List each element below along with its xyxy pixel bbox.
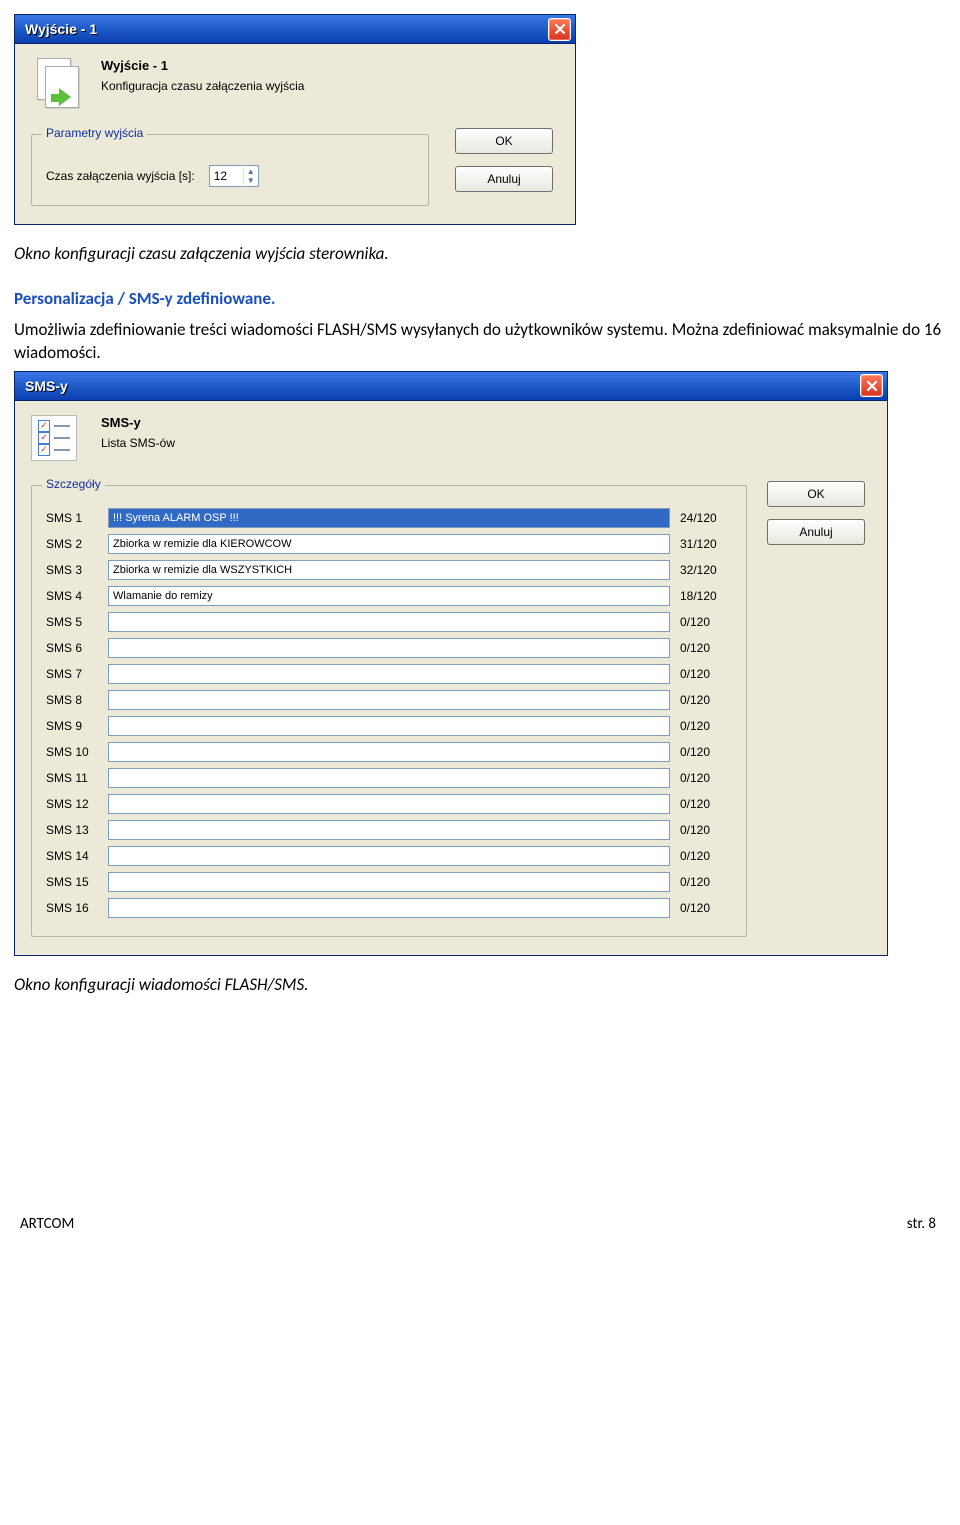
char-count: 0/120	[680, 797, 732, 811]
char-count: 0/120	[680, 771, 732, 785]
close-icon[interactable]	[860, 374, 883, 397]
header-subtitle: Konfiguracja czasu załączenia wyjścia	[101, 79, 304, 93]
spinner-up-icon[interactable]: ▲	[244, 167, 258, 176]
delay-field-label: Czas załączenia wyjścia [s]:	[46, 169, 195, 183]
paragraph-text: Umożliwia zdefiniowanie treści wiadomośc…	[14, 319, 942, 365]
char-count: 0/120	[680, 693, 732, 707]
window-title: SMS-y	[25, 378, 860, 394]
figure-caption: Okno konfiguracji czasu załączenia wyjśc…	[14, 243, 942, 264]
char-count: 32/120	[680, 563, 732, 577]
sms-row: SMS 14 0/120	[46, 846, 732, 866]
char-count: 18/120	[680, 589, 732, 603]
sms-text-input[interactable]	[108, 664, 670, 684]
sms-text-input[interactable]	[108, 586, 670, 606]
header-title: SMS-y	[101, 415, 175, 430]
figure-caption: Okno konfiguracji wiadomości FLASH/SMS.	[14, 974, 942, 995]
sms-row: SMS 9 0/120	[46, 716, 732, 736]
sms-row-label: SMS 14	[46, 849, 98, 863]
sms-row-label: SMS 8	[46, 693, 98, 707]
page-footer: ARTCOM str. 8	[14, 1215, 942, 1233]
spinner-down-icon[interactable]: ▼	[244, 176, 258, 185]
sms-row-label: SMS 7	[46, 667, 98, 681]
sms-text-input[interactable]	[108, 534, 670, 554]
sms-row-label: SMS 9	[46, 719, 98, 733]
footer-right: str. 8	[907, 1215, 936, 1233]
sms-row-label: SMS 3	[46, 563, 98, 577]
delay-spinner[interactable]: 12 ▲ ▼	[209, 165, 259, 187]
char-count: 24/120	[680, 511, 732, 525]
titlebar[interactable]: Wyjście - 1	[15, 15, 575, 44]
document-export-icon	[31, 58, 89, 116]
sms-row: SMS 16 0/120	[46, 898, 732, 918]
delay-value: 12	[214, 169, 227, 183]
sms-row: SMS 11 0/120	[46, 768, 732, 788]
titlebar[interactable]: SMS-y	[15, 372, 887, 401]
sms-row-label: SMS 4	[46, 589, 98, 603]
sms-row: SMS 6 0/120	[46, 638, 732, 658]
char-count: 0/120	[680, 667, 732, 681]
sms-row-label: SMS 13	[46, 823, 98, 837]
sms-row-label: SMS 10	[46, 745, 98, 759]
sms-row: SMS 15 0/120	[46, 872, 732, 892]
sms-text-input[interactable]	[108, 638, 670, 658]
sms-row: SMS 10 0/120	[46, 742, 732, 762]
sms-row-label: SMS 15	[46, 875, 98, 889]
sms-row: SMS 3 32/120	[46, 560, 732, 580]
ok-button[interactable]: OK	[767, 481, 865, 507]
sms-row-label: SMS 5	[46, 615, 98, 629]
sms-row: SMS 12 0/120	[46, 794, 732, 814]
sms-row: SMS 5 0/120	[46, 612, 732, 632]
sms-text-input[interactable]	[108, 872, 670, 892]
sms-text-input[interactable]	[108, 612, 670, 632]
sms-row-label: SMS 1	[46, 511, 98, 525]
sms-row: SMS 2 31/120	[46, 534, 732, 554]
header-subtitle: Lista SMS-ów	[101, 436, 175, 450]
ok-button[interactable]: OK	[455, 128, 553, 154]
sms-text-input[interactable]	[108, 846, 670, 866]
sms-text-input[interactable]	[108, 768, 670, 788]
sms-text-input[interactable]	[108, 716, 670, 736]
szczegoly-groupbox: Szczegóły SMS 124/120SMS 231/120SMS 332/…	[31, 485, 747, 937]
window-title: Wyjście - 1	[25, 21, 548, 37]
sms-text-input[interactable]	[108, 508, 670, 528]
header-title: Wyjście - 1	[101, 58, 304, 73]
close-icon[interactable]	[548, 18, 571, 41]
sms-row-label: SMS 11	[46, 771, 98, 785]
char-count: 0/120	[680, 745, 732, 759]
cancel-button[interactable]: Anuluj	[767, 519, 865, 545]
sms-row: SMS 1 24/120	[46, 508, 732, 528]
char-count: 0/120	[680, 615, 732, 629]
char-count: 31/120	[680, 537, 732, 551]
sms-row: SMS 13 0/120	[46, 820, 732, 840]
char-count: 0/120	[680, 641, 732, 655]
char-count: 0/120	[680, 901, 732, 915]
parametry-groupbox: Parametry wyjścia Czas załączenia wyjści…	[31, 134, 429, 206]
section-heading: Personalizacja / SMS-y zdefiniowane.	[14, 288, 942, 309]
groupbox-legend: Szczegóły	[42, 477, 105, 491]
char-count: 0/120	[680, 823, 732, 837]
cancel-button[interactable]: Anuluj	[455, 166, 553, 192]
sms-text-input[interactable]	[108, 898, 670, 918]
char-count: 0/120	[680, 849, 732, 863]
sms-text-input[interactable]	[108, 820, 670, 840]
char-count: 0/120	[680, 719, 732, 733]
sms-row-label: SMS 16	[46, 901, 98, 915]
sms-row-label: SMS 12	[46, 797, 98, 811]
sms-text-input[interactable]	[108, 690, 670, 710]
groupbox-legend: Parametry wyjścia	[42, 126, 147, 140]
sms-row: SMS 7 0/120	[46, 664, 732, 684]
footer-left: ARTCOM	[20, 1215, 74, 1233]
sms-row-label: SMS 2	[46, 537, 98, 551]
char-count: 0/120	[680, 875, 732, 889]
sms-text-input[interactable]	[108, 794, 670, 814]
sms-row: SMS 4 18/120	[46, 586, 732, 606]
sms-text-input[interactable]	[108, 742, 670, 762]
sms-window: SMS-y ✓ ✓ ✓ SMS-y Lista SMS-ów	[14, 371, 888, 956]
checklist-icon: ✓ ✓ ✓	[31, 415, 89, 473]
sms-text-input[interactable]	[108, 560, 670, 580]
sms-row: SMS 8 0/120	[46, 690, 732, 710]
wyjscie-window: Wyjście - 1 Wyjście - 1 Konfiguracja cz	[14, 14, 576, 225]
sms-row-label: SMS 6	[46, 641, 98, 655]
